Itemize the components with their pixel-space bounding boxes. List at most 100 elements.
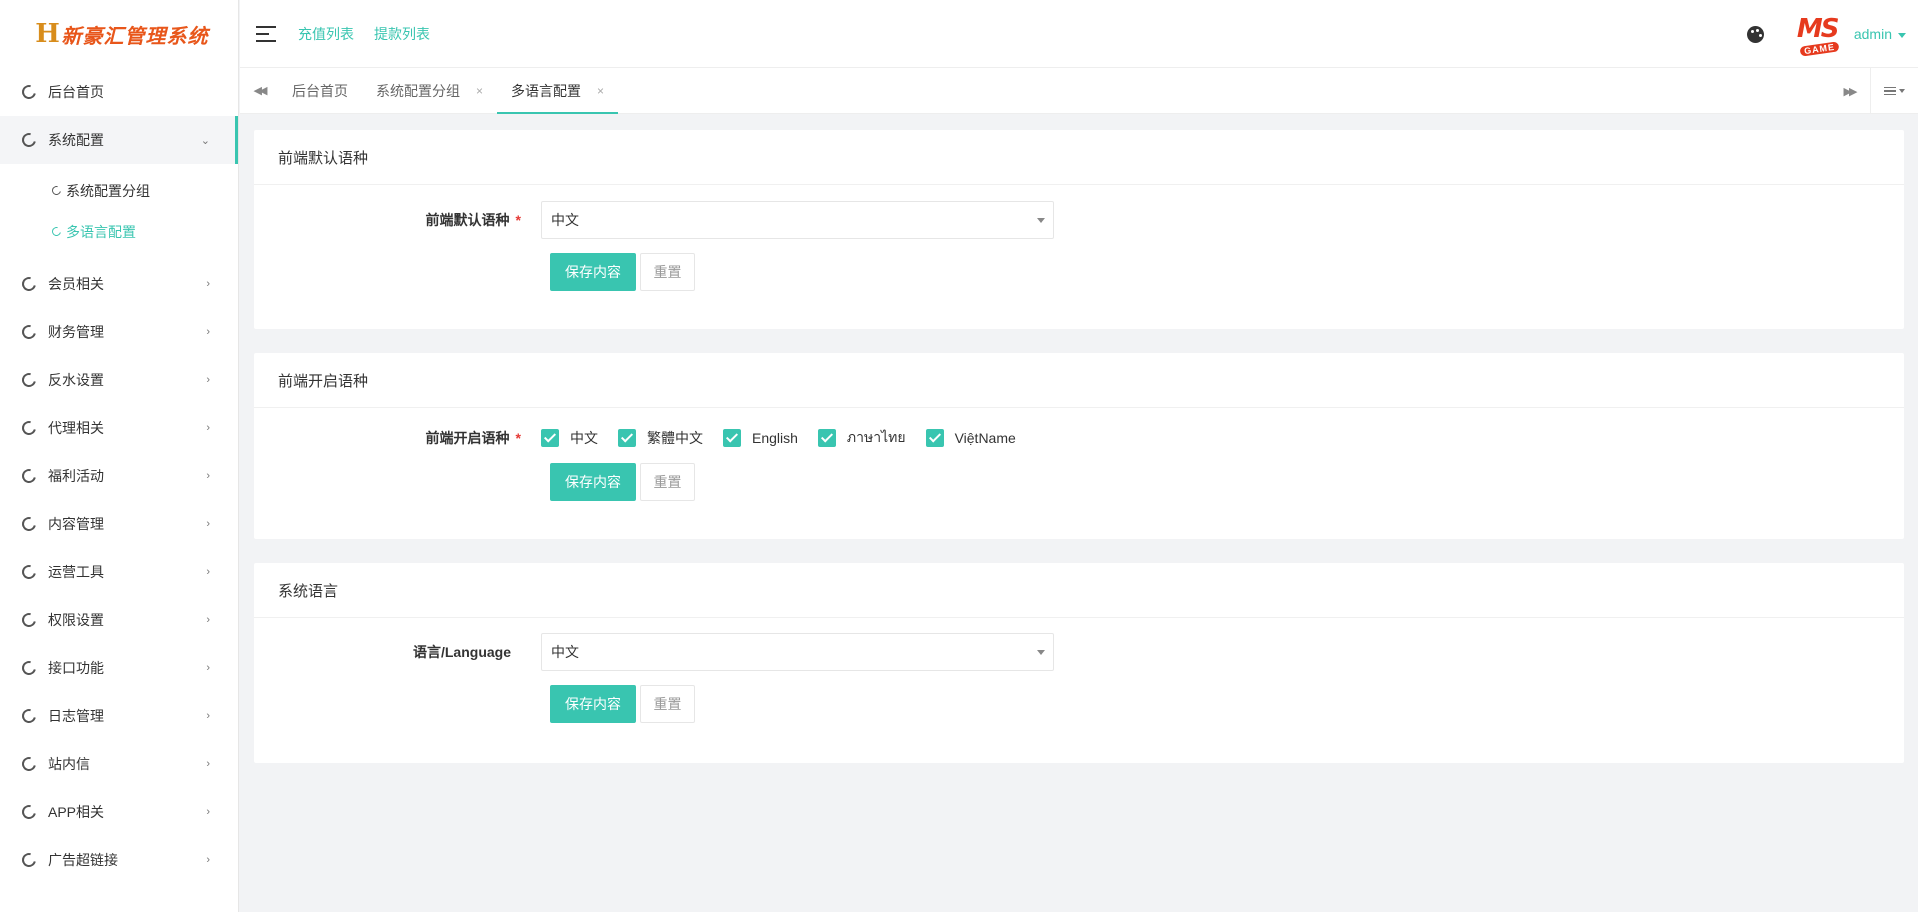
checkbox-checked-icon	[817, 429, 836, 447]
card-title: 前端默认语种	[254, 130, 1904, 185]
chevron-right-icon: ›	[206, 614, 210, 626]
default-language-select[interactable]: 中文	[541, 201, 1054, 239]
sidebar-item-promotions[interactable]: 福利活动 ›	[0, 452, 238, 500]
tab-options-menu[interactable]	[1870, 68, 1918, 114]
field-label-text: 语言/Language	[412, 644, 511, 660]
tab-dashboard[interactable]: 后台首页	[278, 68, 362, 113]
save-button[interactable]: 保存内容	[550, 463, 636, 501]
circle-icon	[19, 418, 39, 438]
chevron-right-icon: ›	[206, 662, 210, 674]
checkbox-lang-vi[interactable]: ViệtName	[925, 429, 1016, 447]
tab-label: 系统配置分组	[376, 82, 460, 99]
sidebar-menu: 后台首页 系统配置 ⌄ 系统配置分组 多语言配置 会员相关 › 财务管理 › 反…	[0, 68, 238, 884]
palette-icon[interactable]	[1746, 25, 1764, 43]
circle-icon	[50, 184, 63, 197]
sidebar-item-finance[interactable]: 财务管理 ›	[0, 308, 238, 356]
chevron-right-icon: ›	[206, 854, 210, 866]
sidebar-item-ad-links[interactable]: 广告超链接 ›	[0, 836, 238, 884]
sidebar-subitem-multilang[interactable]: 多语言配置	[0, 211, 238, 252]
sidebar-item-api[interactable]: 接口功能 ›	[0, 644, 238, 692]
tab-scroll-left-icon[interactable]: ◀◀	[240, 68, 278, 113]
sidebar-item-system-config[interactable]: 系统配置 ⌄	[0, 116, 238, 164]
sidebar-subitem-config-groups[interactable]: 系统配置分组	[0, 170, 238, 211]
tab-config-groups[interactable]: 系统配置分组 ×	[362, 68, 497, 113]
checkbox-lang-zh-tw[interactable]: 繁體中文	[618, 428, 703, 448]
checkbox-lang-zh[interactable]: 中文	[541, 428, 598, 448]
chevron-right-icon: ›	[206, 470, 210, 482]
sidebar-item-label: 会员相关	[48, 276, 104, 292]
sidebar-item-label: 系统配置	[48, 132, 104, 148]
checkbox-label: 繁體中文	[647, 430, 703, 446]
sidebar-item-dashboard[interactable]: 后台首页	[0, 68, 238, 116]
reset-button[interactable]: 重置	[640, 685, 695, 723]
checkbox-label: English	[752, 430, 798, 446]
sidebar: H 新豪汇管理系统 后台首页 系统配置 ⌄ 系统配置分组 多语言配置 会员相关 …	[0, 0, 239, 912]
reset-button[interactable]: 重置	[640, 253, 695, 291]
required-mark-icon: *	[515, 430, 521, 446]
checkbox-lang-en[interactable]: English	[723, 429, 798, 447]
chevron-right-icon: ›	[206, 566, 210, 578]
tab-multilang[interactable]: 多语言配置 ×	[497, 68, 619, 114]
chevron-right-icon: ›	[206, 806, 210, 818]
save-button[interactable]: 保存内容	[550, 253, 636, 291]
sidebar-item-operations[interactable]: 运营工具 ›	[0, 548, 238, 596]
sidebar-item-rebate[interactable]: 反水设置 ›	[0, 356, 238, 404]
sidebar-item-label: 反水设置	[48, 372, 104, 388]
top-link-recharge-list[interactable]: 充值列表	[298, 24, 354, 44]
form-row-default-language: 前端默认语种 * 中文	[254, 200, 1904, 240]
sidebar-item-label: 广告超链接	[48, 852, 118, 868]
logo[interactable]: H 新豪汇管理系统	[0, 0, 238, 68]
select-value: 中文	[551, 212, 579, 228]
save-button[interactable]: 保存内容	[550, 685, 636, 723]
tab-scroll-right-icon[interactable]: ▶▶	[1828, 85, 1870, 98]
circle-icon	[19, 130, 39, 150]
select-value: 中文	[551, 644, 579, 660]
tab-bar: ◀◀ 后台首页 系统配置分组 × 多语言配置 × ▶▶	[240, 68, 1918, 114]
top-link-withdraw-list[interactable]: 提款列表	[374, 24, 430, 44]
sidebar-item-content[interactable]: 内容管理 ›	[0, 500, 238, 548]
sidebar-subitem-label: 系统配置分组	[66, 182, 150, 199]
circle-icon	[19, 562, 39, 582]
close-icon[interactable]: ×	[476, 84, 483, 98]
submenu-system-config: 系统配置分组 多语言配置	[0, 164, 238, 260]
checkbox-label: ViệtName	[954, 430, 1016, 446]
circle-icon	[19, 706, 39, 726]
avatar[interactable]: MS GAME	[1794, 13, 1846, 57]
close-icon[interactable]: ×	[597, 84, 604, 98]
user-name: admin	[1853, 26, 1892, 42]
tab-label: 后台首页	[292, 82, 348, 99]
circle-icon	[19, 802, 39, 822]
logo-mark-icon: H	[35, 19, 60, 49]
checkbox-checked-icon	[618, 429, 636, 447]
circle-icon	[19, 610, 39, 630]
field-label-text: 前端开启语种	[425, 430, 510, 446]
menu-toggle-icon[interactable]	[256, 25, 276, 42]
sidebar-item-logs[interactable]: 日志管理 ›	[0, 692, 238, 740]
system-language-select[interactable]: 中文	[541, 633, 1054, 671]
sidebar-item-members[interactable]: 会员相关 ›	[0, 260, 238, 308]
checkbox-checked-icon	[925, 429, 944, 447]
sidebar-item-permissions[interactable]: 权限设置 ›	[0, 596, 238, 644]
card-title: 前端开启语种	[254, 353, 1904, 408]
chevron-down-icon: ⌄	[200, 134, 210, 147]
reset-button[interactable]: 重置	[640, 463, 695, 501]
chevron-right-icon: ›	[206, 374, 210, 386]
sidebar-item-messages[interactable]: 站内信 ›	[0, 740, 238, 788]
sidebar-item-label: APP相关	[48, 804, 105, 820]
form-row-system-language: 语言/Language 中文	[254, 632, 1904, 672]
sidebar-item-app[interactable]: APP相关 ›	[0, 788, 238, 836]
sidebar-item-label: 站内信	[48, 756, 90, 772]
sidebar-item-label: 接口功能	[48, 660, 104, 676]
sidebar-item-label: 财务管理	[48, 324, 104, 340]
sidebar-item-label: 内容管理	[48, 516, 104, 532]
sidebar-item-label: 日志管理	[48, 708, 104, 724]
tab-label: 多语言配置	[511, 82, 582, 99]
sidebar-item-label: 代理相关	[48, 420, 104, 436]
sidebar-item-agents[interactable]: 代理相关 ›	[0, 404, 238, 452]
circle-icon	[19, 514, 39, 534]
user-menu[interactable]: admin	[1854, 26, 1906, 42]
required-mark-icon: *	[515, 212, 521, 228]
checkbox-lang-th[interactable]: ภาษาไทย	[817, 427, 906, 449]
card-enabled-languages: 前端开启语种 前端开启语种 * 中文 繁體中文 English ภาษาไทย …	[254, 353, 1904, 539]
caret-down-icon	[1898, 32, 1906, 38]
